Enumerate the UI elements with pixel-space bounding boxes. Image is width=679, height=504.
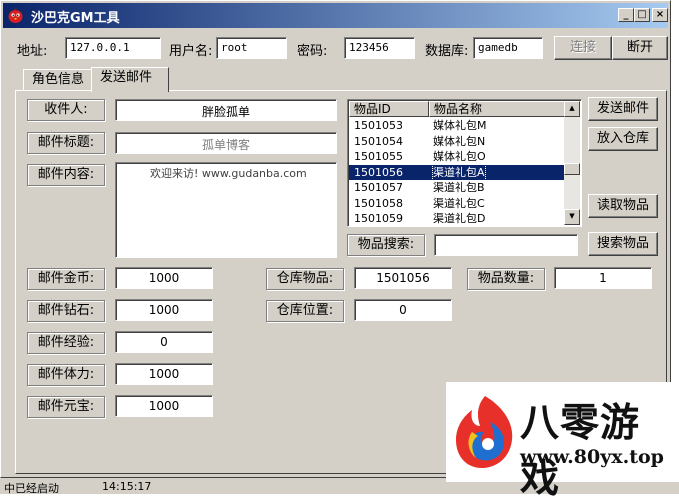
search-item-button[interactable]: 搜索物品	[588, 232, 658, 256]
item-id-cell: 1501055	[354, 150, 403, 163]
warehouse-item-label: 仓库物品:	[266, 268, 344, 290]
arrow-up-icon: ▲	[569, 104, 575, 112]
item-row[interactable]: 1501053 媒体礼包M	[349, 118, 565, 133]
tab-send-mail[interactable]: 发送邮件	[91, 67, 169, 92]
maximize-icon: □	[637, 9, 647, 20]
scroll-thumb[interactable]	[564, 163, 580, 175]
recipient-label: 收件人:	[27, 99, 105, 121]
exp-label: 邮件经验:	[27, 332, 105, 354]
watermark-logo: 八零游戏 www.80yx.top	[446, 382, 679, 502]
item-count-label: 物品数量:	[467, 268, 545, 290]
item-count-field[interactable]: 1	[554, 267, 652, 289]
bg-status-time: 14:15:17	[102, 480, 152, 493]
title-bar[interactable]: 沙巴克GM工具 _ □ ×	[3, 3, 668, 28]
item-search-field[interactable]	[434, 234, 578, 256]
watermark-url: www.80yx.top	[520, 446, 664, 468]
username-label: 用户名:	[169, 44, 213, 59]
database-field[interactable]: gamedb	[473, 37, 543, 59]
item-name-cell: 渠道礼包D	[433, 212, 486, 225]
subject-label: 邮件标题:	[27, 132, 105, 154]
send-mail-button[interactable]: 发送邮件	[588, 97, 658, 121]
item-id-cell: 1501056	[354, 165, 403, 179]
content-textarea[interactable]: 欢迎来访! www.gudanba.com	[115, 162, 337, 258]
item-row[interactable]: 1501056 渠道礼包A	[349, 163, 565, 181]
column-item-id[interactable]: 物品ID	[349, 101, 429, 117]
item-list-header: 物品ID 物品名称	[349, 101, 565, 117]
exp-field[interactable]: 0	[115, 331, 213, 353]
disconnect-button[interactable]: 断开	[612, 36, 668, 60]
item-search-label: 物品搜索:	[347, 234, 425, 256]
item-name-cell: 渠道礼包B	[433, 181, 485, 194]
connect-button[interactable]: 连接	[554, 36, 612, 60]
address-field[interactable]: 127.0.0.1	[65, 37, 161, 59]
yuanbao-label: 邮件元宝:	[27, 396, 105, 418]
gold-label: 邮件金币:	[27, 268, 105, 290]
address-label: 地址:	[17, 44, 48, 59]
item-row[interactable]: 1501058 渠道礼包C	[349, 196, 565, 211]
password-field[interactable]: 123456	[344, 37, 415, 59]
gold-field[interactable]: 1000	[115, 267, 213, 289]
item-list-scrollbar[interactable]: ▲ ▼	[564, 101, 580, 225]
close-icon: ×	[655, 9, 665, 20]
item-list[interactable]: 物品ID 物品名称 1501053 媒体礼包M 1501054 媒体礼包N 150105…	[347, 99, 582, 227]
item-row[interactable]: 1501055 媒体礼包O	[349, 149, 565, 164]
recipient-field[interactable]: 胖脸孤单	[115, 99, 337, 121]
read-item-button[interactable]: 读取物品	[588, 194, 658, 218]
warehouse-item-field[interactable]: 1501056	[354, 267, 452, 289]
item-id-cell: 1501057	[354, 181, 403, 194]
item-row[interactable]: 1501059 渠道礼包D	[349, 211, 565, 226]
window-title: 沙巴克GM工具	[31, 11, 120, 26]
warehouse-position-field[interactable]: 0	[354, 299, 452, 321]
warehouse-position-label: 仓库位置:	[266, 300, 344, 322]
item-id-cell: 1501054	[354, 134, 403, 148]
scroll-down-button[interactable]: ▼	[564, 209, 580, 225]
maximize-button[interactable]: □	[634, 8, 650, 22]
item-name-cell: 媒体礼包M	[433, 119, 487, 132]
close-button[interactable]: ×	[652, 8, 668, 22]
content-label: 邮件内容:	[27, 164, 105, 186]
subject-field[interactable]: 孤单博客	[115, 132, 337, 154]
item-name-cell: 媒体礼包O	[433, 150, 486, 163]
minimize-icon: _	[623, 9, 629, 20]
arrow-down-icon: ▼	[569, 212, 575, 220]
username-field[interactable]: root	[216, 37, 287, 59]
database-label: 数据库:	[425, 44, 469, 59]
minimize-button[interactable]: _	[618, 8, 634, 22]
diamond-label: 邮件钻石:	[27, 300, 105, 322]
item-name-cell: 媒体礼包N	[433, 134, 486, 148]
item-id-cell: 1501053	[354, 119, 403, 132]
password-label: 密码:	[297, 44, 328, 59]
stamina-label: 邮件体力:	[27, 364, 105, 386]
item-row[interactable]: 1501057 渠道礼包B	[349, 180, 565, 195]
item-name-cell: 渠道礼包A	[432, 163, 486, 181]
item-name-cell: 渠道礼包C	[433, 196, 485, 210]
item-row[interactable]: 1501054 媒体礼包N	[349, 134, 565, 149]
scroll-up-button[interactable]: ▲	[564, 101, 580, 117]
stamina-field[interactable]: 1000	[115, 363, 213, 385]
put-warehouse-button[interactable]: 放入仓库	[588, 127, 658, 151]
tab-role-info[interactable]: 角色信息	[23, 69, 93, 91]
fire-logo-icon	[456, 396, 513, 468]
yuanbao-field[interactable]: 1000	[115, 395, 213, 417]
app-bird-icon	[8, 8, 23, 23]
column-item-name[interactable]: 物品名称	[429, 101, 565, 117]
item-id-cell: 1501059	[354, 212, 403, 225]
diamond-field[interactable]: 1000	[115, 299, 213, 321]
item-id-cell: 1501058	[354, 196, 403, 210]
